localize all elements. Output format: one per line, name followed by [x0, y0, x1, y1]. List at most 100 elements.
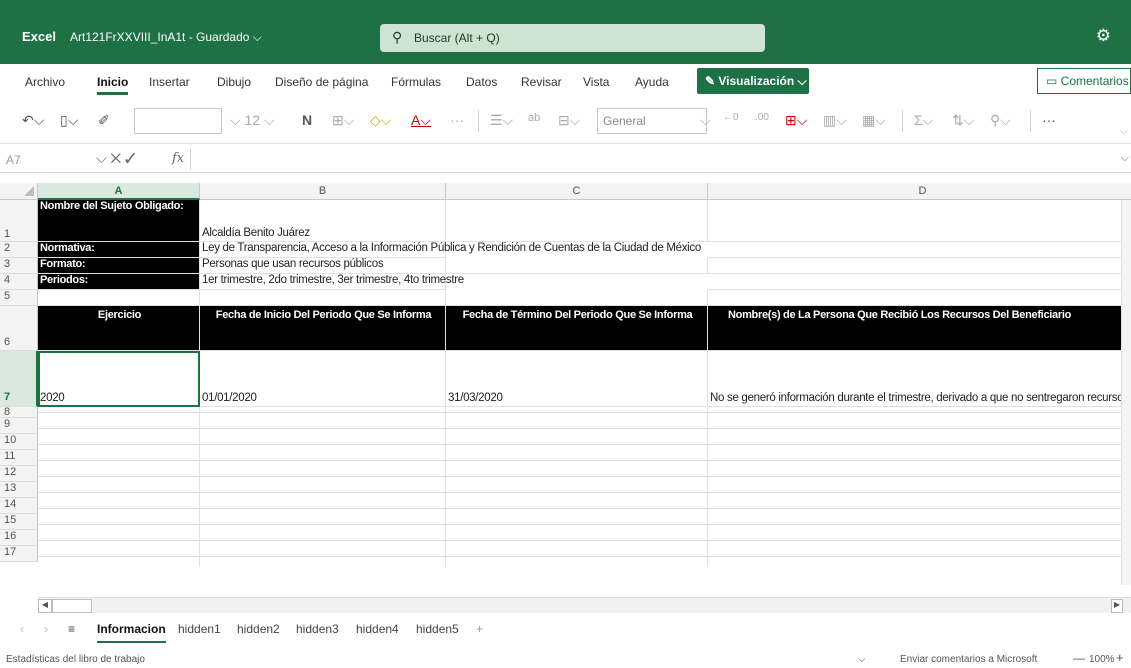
- document-name[interactable]: Art121FrXXVIII_InA1t - Guardado ⌵: [70, 30, 262, 45]
- borders-icon[interactable]: ⊞⌵: [332, 112, 354, 129]
- tab-archivo[interactable]: Archivo: [25, 75, 65, 89]
- sheet-tab-hidden4[interactable]: hidden4: [356, 622, 399, 636]
- undo-icon[interactable]: ↶⌵: [22, 112, 44, 129]
- cell-c3[interactable]: [446, 258, 708, 274]
- row-header-15[interactable]: 15: [0, 514, 38, 530]
- cell-b4[interactable]: 1er trimestre, 2do trimestre, 3er trimes…: [200, 274, 464, 290]
- row-header-9[interactable]: 9: [0, 418, 38, 434]
- cell-b6-header[interactable]: Fecha de Inicio Del Periodo Que Se Infor…: [200, 306, 446, 351]
- cell-c5[interactable]: [446, 290, 708, 306]
- cell-c1[interactable]: [446, 200, 708, 242]
- visualization-button[interactable]: ✎ Visualización ⌵: [697, 68, 809, 94]
- cell-styles-icon[interactable]: ▦⌵: [862, 112, 886, 129]
- row-header-4[interactable]: 4: [0, 274, 38, 290]
- row-header-8[interactable]: 8: [0, 407, 38, 418]
- app-name[interactable]: Excel: [22, 29, 56, 44]
- column-header-b[interactable]: B: [200, 183, 446, 200]
- next-sheet-icon[interactable]: ›: [44, 622, 48, 636]
- row-header-6[interactable]: 6: [0, 306, 38, 351]
- sort-filter-icon[interactable]: ⇅⌵: [952, 112, 974, 129]
- more-options-icon[interactable]: ···: [1042, 112, 1056, 128]
- cell-d7[interactable]: No se generó información durante el trim…: [708, 351, 1128, 407]
- scroll-left-icon[interactable]: ◀: [38, 599, 52, 613]
- format-painter-icon[interactable]: ✐: [98, 112, 110, 129]
- row-header-7[interactable]: 7: [0, 351, 38, 407]
- search-box[interactable]: ⚲ Buscar (Alt + Q): [380, 24, 765, 52]
- cancel-icon[interactable]: ✕: [111, 150, 122, 166]
- column-header-c[interactable]: C: [446, 183, 708, 200]
- merge-icon[interactable]: ⊟⌵: [558, 112, 580, 129]
- fill-color-icon[interactable]: ◇⌵: [370, 112, 391, 129]
- cell-c7[interactable]: 31/03/2020: [446, 351, 708, 407]
- zoom-level[interactable]: 100%: [1089, 654, 1115, 665]
- cell-d5[interactable]: [708, 290, 1131, 306]
- font-color-icon[interactable]: A⌵: [411, 112, 431, 129]
- row-header-1[interactable]: 1: [0, 200, 38, 242]
- decrease-decimal-icon[interactable]: .00: [755, 112, 769, 123]
- workbook-statistics[interactable]: Estadísticas del libro de trabajo: [6, 654, 145, 665]
- wrap-text-icon[interactable]: ab: [528, 112, 540, 124]
- cell-b1[interactable]: Alcaldía Benito Juárez: [200, 200, 446, 242]
- row-header-14[interactable]: 14: [0, 498, 38, 514]
- comments-button[interactable]: ▭ Comentarios: [1037, 68, 1131, 94]
- check-icon[interactable]: ✓: [125, 150, 136, 166]
- autosum-icon[interactable]: Σ⌵: [914, 112, 933, 129]
- row-header-5[interactable]: 5: [0, 290, 38, 306]
- prev-sheet-icon[interactable]: ‹: [20, 622, 24, 636]
- row-header-16[interactable]: 16: [0, 530, 38, 546]
- chevron-down-icon[interactable]: ⌵: [1120, 126, 1128, 137]
- cell-d1[interactable]: [708, 200, 1131, 242]
- add-sheet-button[interactable]: +: [476, 622, 483, 636]
- formula-input[interactable]: [200, 152, 1100, 168]
- align-icon[interactable]: ☰⌵: [490, 112, 513, 129]
- conditional-format-icon[interactable]: ⊞⌵: [785, 112, 807, 129]
- cell-b3[interactable]: Personas que usan recursos públicos: [200, 258, 446, 274]
- cell-a2[interactable]: Normativa:: [38, 242, 200, 258]
- cell-a4[interactable]: Periodos:: [38, 274, 200, 290]
- tab-revisar[interactable]: Revisar: [521, 75, 562, 89]
- row-header-3[interactable]: 3: [0, 258, 38, 274]
- more-font-icon[interactable]: ···: [450, 112, 464, 128]
- sheet-tab-hidden5[interactable]: hidden5: [416, 622, 459, 636]
- all-sheets-icon[interactable]: ≡: [68, 622, 75, 636]
- zoom-out-button[interactable]: —: [1073, 651, 1085, 665]
- increase-decimal-icon[interactable]: ←0: [723, 112, 739, 123]
- cell-d2[interactable]: [708, 242, 1131, 258]
- tab-ayuda[interactable]: Ayuda: [635, 75, 669, 89]
- number-format-box[interactable]: General: [597, 108, 707, 134]
- scroll-thumb[interactable]: [52, 599, 92, 613]
- cell-b2[interactable]: Ley de Transparencia, Acceso a la Inform…: [200, 242, 701, 258]
- sheet-tab-hidden1[interactable]: hidden1: [178, 622, 221, 636]
- column-header-a[interactable]: A: [38, 183, 200, 200]
- scroll-right-icon[interactable]: ▶: [1111, 599, 1123, 613]
- cell-d4[interactable]: [708, 274, 1131, 290]
- row-header-13[interactable]: 13: [0, 482, 38, 498]
- tab-dibujo[interactable]: Dibujo: [217, 75, 251, 89]
- chevron-down-icon[interactable]: ⌵: [700, 112, 711, 129]
- cell-d3[interactable]: [708, 258, 1131, 274]
- name-box[interactable]: A7: [6, 153, 21, 167]
- row-header-11[interactable]: 11: [0, 450, 38, 466]
- cell-b7[interactable]: 01/01/2020: [200, 351, 446, 407]
- cell-d6-header[interactable]: Nombre(s) de La Persona Que Recibió Los …: [708, 306, 1131, 351]
- feedback-link[interactable]: Enviar comentarios a Microsoft: [900, 654, 1037, 665]
- column-header-d[interactable]: D: [708, 183, 1131, 200]
- horizontal-scrollbar[interactable]: ◀ ▶: [38, 597, 1131, 613]
- zoom-in-button[interactable]: +: [1116, 650, 1124, 665]
- cell-a1[interactable]: Nombre del Sujeto Obligado:: [38, 200, 200, 242]
- sheet-tab-hidden3[interactable]: hidden3: [296, 622, 339, 636]
- font-size-dropdown[interactable]: ⌵ 12 ⌵: [230, 112, 275, 129]
- font-name-box[interactable]: [134, 108, 222, 134]
- row-header-2[interactable]: 2: [0, 242, 38, 258]
- paste-icon[interactable]: ▯⌵: [60, 112, 78, 129]
- cell-a6-header[interactable]: Ejercicio: [38, 306, 200, 351]
- tab-inicio[interactable]: Inicio: [97, 75, 129, 95]
- cell-a7[interactable]: 2020: [38, 351, 200, 407]
- row-header-12[interactable]: 12: [0, 466, 38, 482]
- cell-a5[interactable]: [38, 290, 200, 306]
- chevron-down-icon[interactable]: ⌵: [1121, 152, 1129, 165]
- row-header-17[interactable]: 17: [0, 546, 38, 562]
- chevron-down-icon[interactable]: ⌵: [96, 150, 107, 166]
- chevron-down-icon[interactable]: ⌵: [858, 654, 866, 665]
- select-all-corner[interactable]: [0, 183, 38, 200]
